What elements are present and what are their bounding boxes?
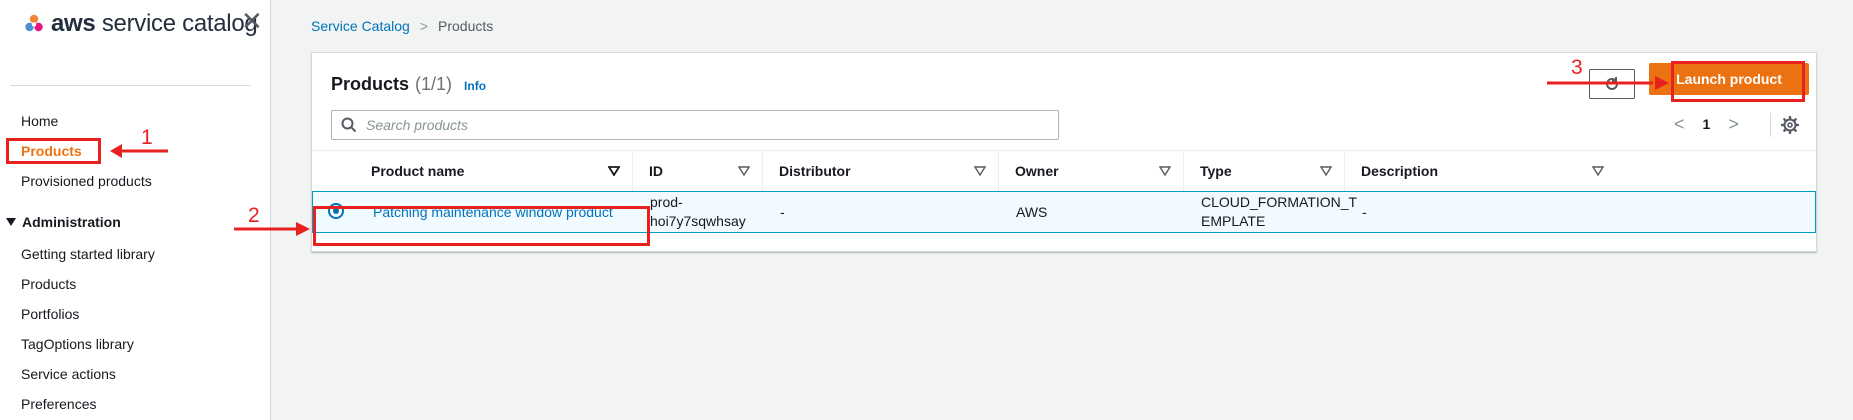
sort-icon[interactable]: [974, 165, 986, 176]
page-number[interactable]: 1: [1703, 116, 1711, 132]
sidebar-item-tagoptions-library[interactable]: TagOptions library: [21, 336, 134, 352]
sort-icon[interactable]: [1592, 165, 1604, 176]
column-header-type[interactable]: Type: [1184, 150, 1345, 191]
page-title: Products (1/1) Info: [331, 74, 486, 95]
cell-distributor: -: [780, 192, 840, 232]
sidebar-item-preferences[interactable]: Preferences: [21, 396, 96, 412]
column-header-owner[interactable]: Owner: [999, 150, 1184, 191]
sort-icon[interactable]: [1320, 165, 1332, 176]
close-icon[interactable]: ✕: [241, 8, 263, 34]
annotation-number-2: 2: [248, 204, 260, 227]
logo-text: aws service catalog: [51, 10, 258, 37]
sidebar: aws service catalog ✕ Home Products Prov…: [0, 0, 271, 420]
sort-icon[interactable]: [1159, 165, 1171, 176]
sidebar-item-provisioned-products[interactable]: Provisioned products: [21, 173, 152, 189]
products-panel: Products (1/1) Info Launch product < 1 >: [311, 52, 1817, 252]
search-input[interactable]: [366, 117, 1058, 133]
type-value: CLOUD_FORMATION_T EMPLATE: [1201, 194, 1358, 229]
column-label: Owner: [1015, 162, 1059, 179]
owner-value: AWS: [1016, 203, 1048, 220]
column-label: Distributor: [779, 162, 851, 179]
cell-product-name: Patching maintenance window product: [373, 192, 633, 232]
breadcrumb-service-catalog[interactable]: Service Catalog: [311, 18, 410, 34]
sidebar-item-products[interactable]: Products: [21, 143, 82, 159]
column-header-product-name[interactable]: Product name: [355, 150, 633, 191]
select-column-header: [312, 150, 355, 191]
search-field[interactable]: [331, 110, 1059, 140]
cell-description: -: [1362, 192, 1422, 232]
sidebar-item-home[interactable]: Home: [21, 113, 58, 129]
products-count: (1/1): [415, 74, 453, 94]
annotation-number-1: 1: [141, 126, 153, 149]
column-label: Type: [1200, 162, 1232, 179]
caret-down-icon: [6, 218, 16, 226]
column-label: Product name: [371, 162, 465, 179]
column-header-description[interactable]: Description: [1345, 150, 1616, 191]
sort-down-icon[interactable]: [608, 165, 620, 176]
cell-id: prod-hoi7y7sqwhsay: [650, 192, 770, 232]
sidebar-section-administration[interactable]: Administration: [6, 214, 121, 230]
sidebar-item-getting-started-library[interactable]: Getting started library: [21, 246, 155, 262]
sidebar-item-admin-products[interactable]: Products: [21, 276, 76, 292]
column-header-id[interactable]: ID: [633, 150, 763, 191]
sidebar-divider: [10, 85, 251, 86]
breadcrumb: Service Catalog > Products: [311, 18, 493, 34]
info-link[interactable]: Info: [464, 79, 486, 93]
search-icon: [341, 117, 357, 133]
next-page-icon[interactable]: >: [1728, 115, 1739, 133]
breadcrumb-current: Products: [438, 18, 494, 34]
service-catalog-logo-icon: [25, 14, 43, 32]
product-id: prod-hoi7y7sqwhsay: [650, 194, 746, 229]
column-label: ID: [649, 162, 663, 179]
distributor-value: -: [780, 203, 785, 220]
sidebar-item-portfolios[interactable]: Portfolios: [21, 306, 79, 322]
annotation-number-3: 3: [1571, 56, 1583, 79]
aws-service-catalog-logo[interactable]: aws service catalog: [22, 10, 258, 38]
refresh-button[interactable]: [1589, 69, 1635, 99]
previous-page-icon[interactable]: <: [1674, 115, 1685, 133]
cell-type: CLOUD_FORMATION_T EMPLATE: [1201, 192, 1357, 232]
column-label: Description: [1361, 162, 1439, 179]
sort-icon[interactable]: [738, 165, 750, 176]
sidebar-section-label: Administration: [22, 214, 121, 230]
refresh-icon: [1606, 77, 1618, 90]
column-header-distributor[interactable]: Distributor: [763, 150, 999, 191]
sidebar-item-service-actions[interactable]: Service actions: [21, 366, 116, 382]
cell-owner: AWS: [1016, 192, 1096, 232]
table-row[interactable]: Patching maintenance window product prod…: [312, 191, 1816, 233]
launch-product-button[interactable]: Launch product: [1649, 63, 1809, 95]
chevron-right-icon: >: [419, 18, 429, 34]
description-value: -: [1362, 203, 1367, 220]
gear-icon[interactable]: [1781, 116, 1799, 134]
product-name-link[interactable]: Patching maintenance window product: [373, 203, 613, 222]
pager-divider: [1770, 113, 1771, 137]
pagination: < 1 >: [1674, 115, 1739, 133]
products-heading: Products: [331, 74, 410, 94]
row-radio-selected[interactable]: [328, 203, 344, 219]
